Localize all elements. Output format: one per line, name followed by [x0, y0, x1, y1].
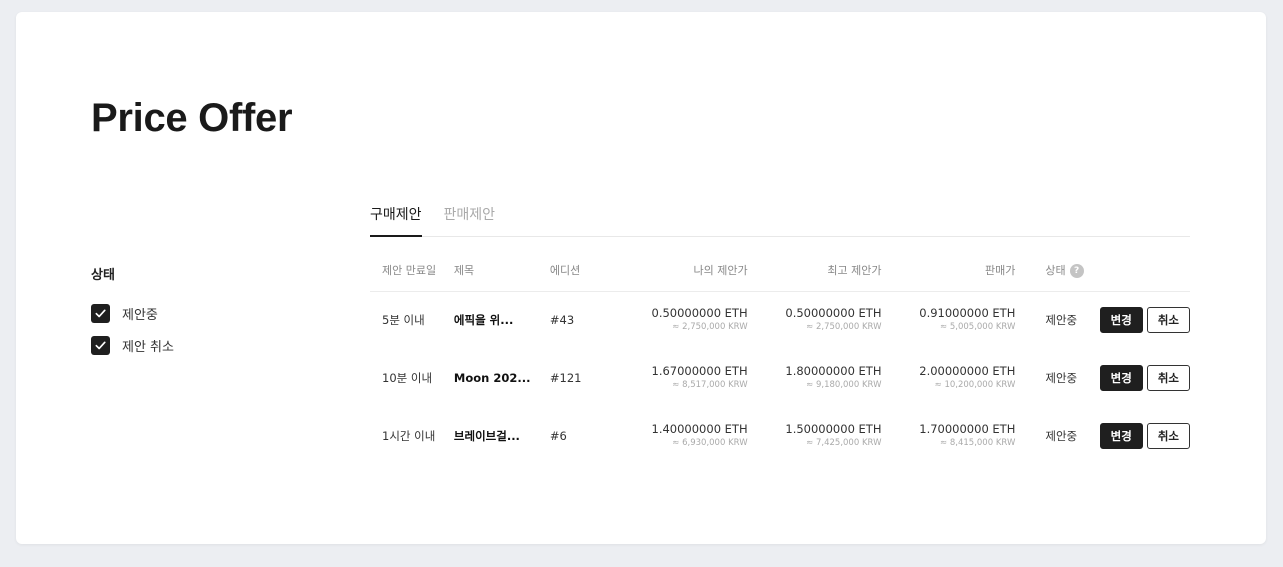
cell-edition: #121 — [549, 371, 582, 385]
krw-value: ≈ 5,005,000 KRW — [940, 322, 1016, 333]
offer-panel: 구매제안 판매제안 제안 만료일 제목 에디션 나의 제안가 최고 제안가 판매… — [370, 197, 1190, 465]
cell-sell-price: 2.00000000 ETH ≈ 10,200,000 KRW — [885, 349, 1019, 407]
filter-item-offering[interactable]: 제안중 — [91, 303, 271, 323]
offer-table: 제안 만료일 제목 에디션 나의 제안가 최고 제안가 판매가 상태? 5분 이… — [370, 249, 1190, 465]
page-title: Price Offer — [91, 96, 293, 140]
eth-value: 0.50000000 ETH — [651, 306, 748, 321]
eth-value: 0.50000000 ETH — [785, 306, 882, 321]
cell-best-offer: 0.50000000 ETH ≈ 2,750,000 KRW — [752, 291, 886, 349]
col-actions — [1083, 249, 1190, 292]
cell-title[interactable]: 에픽을 위... — [454, 291, 542, 349]
table-row: 1시간 이내 브레이브걸... #6 1.40000000 ETH ≈ 6,93… — [370, 407, 1190, 465]
krw-value: ≈ 9,180,000 KRW — [806, 380, 882, 390]
tab-sell-offer[interactable]: 판매제안 — [444, 197, 496, 236]
filter-title: 상태 — [91, 268, 115, 283]
cell-actions: 변경 취소 — [1084, 407, 1190, 465]
col-status-label: 상태 — [1045, 263, 1066, 277]
col-best-offer: 최고 제안가 — [751, 249, 886, 292]
cell-actions: 변경 취소 — [1084, 349, 1190, 407]
col-expiry: 제안 만료일 — [370, 249, 454, 292]
cell-my-offer: 0.50000000 ETH ≈ 2,750,000 KRW — [592, 291, 752, 349]
col-edition: 에디션 — [541, 249, 592, 292]
cell-expiry: 5분 이내 — [382, 313, 425, 328]
col-my-offer: 나의 제안가 — [591, 249, 752, 292]
krw-value: ≈ 6,930,000 KRW — [672, 438, 748, 448]
table-header-row: 제안 만료일 제목 에디션 나의 제안가 최고 제안가 판매가 상태? — [370, 249, 1190, 292]
cell-status: 제안중 — [1045, 429, 1078, 443]
krw-value: ≈ 2,750,000 KRW — [672, 322, 748, 333]
filter-label: 제안 취소 — [122, 339, 174, 355]
change-button[interactable]: 변경 — [1099, 307, 1143, 334]
eth-value: 0.91000000 ETH — [919, 306, 1016, 321]
cell-expiry: 10분 이내 — [382, 371, 433, 385]
change-button[interactable]: 변경 — [1099, 365, 1143, 391]
krw-value: ≈ 8,415,000 KRW — [940, 438, 1016, 448]
table-row: 10분 이내 Moon 202... #121 1.67000000 ETH ≈… — [370, 349, 1190, 407]
col-sell-price: 판매가 — [885, 249, 1020, 292]
krw-value: ≈ 10,200,000 KRW — [934, 380, 1016, 390]
eth-value: 1.50000000 ETH — [785, 422, 882, 436]
cell-my-offer: 1.40000000 ETH ≈ 6,930,000 KRW — [592, 407, 752, 465]
cell-my-offer: 1.67000000 ETH ≈ 8,517,000 KRW — [592, 349, 752, 407]
krw-value: ≈ 2,750,000 KRW — [806, 322, 882, 333]
krw-value: ≈ 7,425,000 KRW — [806, 438, 882, 448]
cell-title[interactable]: Moon 202... — [454, 349, 542, 407]
cell-sell-price: 1.70000000 ETH ≈ 8,415,000 KRW — [885, 407, 1019, 465]
cell-actions: 변경 취소 — [1084, 291, 1190, 349]
cell-status: 제안중 — [1045, 371, 1078, 385]
cell-sell-price: 0.91000000 ETH ≈ 5,005,000 KRW — [885, 291, 1019, 349]
col-status: 상태? — [1019, 249, 1084, 292]
tab-buy-offer[interactable]: 구매제안 — [370, 197, 422, 237]
cell-title[interactable]: 브레이브걸... — [454, 407, 542, 465]
checkbox-checked-icon[interactable] — [91, 303, 110, 323]
change-button[interactable]: 변경 — [1099, 423, 1143, 449]
status-filter: 상태 제안중 제안 취소 — [91, 264, 271, 367]
content-card: Price Offer 상태 제안중 제안 취소 구매제안 판매제안 제안 만료… — [16, 12, 1266, 544]
eth-value: 2.00000000 ETH — [919, 364, 1016, 378]
table-row: 5분 이내 에픽을 위... #43 0.50000000 ETH ≈ 2,75… — [370, 291, 1190, 349]
cancel-button[interactable]: 취소 — [1146, 307, 1190, 334]
cell-edition: #43 — [549, 313, 575, 328]
cell-edition: #6 — [549, 429, 567, 443]
krw-value: ≈ 8,517,000 KRW — [672, 380, 748, 390]
checkbox-checked-icon[interactable] — [91, 335, 110, 355]
eth-value: 1.80000000 ETH — [785, 364, 882, 378]
cell-status: 제안중 — [1045, 313, 1078, 328]
cell-expiry: 1시간 이내 — [382, 429, 436, 443]
cancel-button[interactable]: 취소 — [1146, 423, 1190, 449]
offer-tabs: 구매제안 판매제안 — [370, 197, 1190, 237]
cell-best-offer: 1.80000000 ETH ≈ 9,180,000 KRW — [752, 349, 886, 407]
eth-value: 1.67000000 ETH — [651, 364, 748, 378]
col-title: 제목 — [453, 249, 542, 292]
help-icon[interactable]: ? — [1069, 263, 1084, 278]
cell-best-offer: 1.50000000 ETH ≈ 7,425,000 KRW — [752, 407, 886, 465]
filter-item-cancelled[interactable]: 제안 취소 — [91, 335, 271, 355]
filter-label: 제안중 — [122, 307, 158, 323]
eth-value: 1.70000000 ETH — [919, 422, 1016, 436]
cancel-button[interactable]: 취소 — [1146, 365, 1190, 391]
eth-value: 1.40000000 ETH — [651, 422, 748, 436]
